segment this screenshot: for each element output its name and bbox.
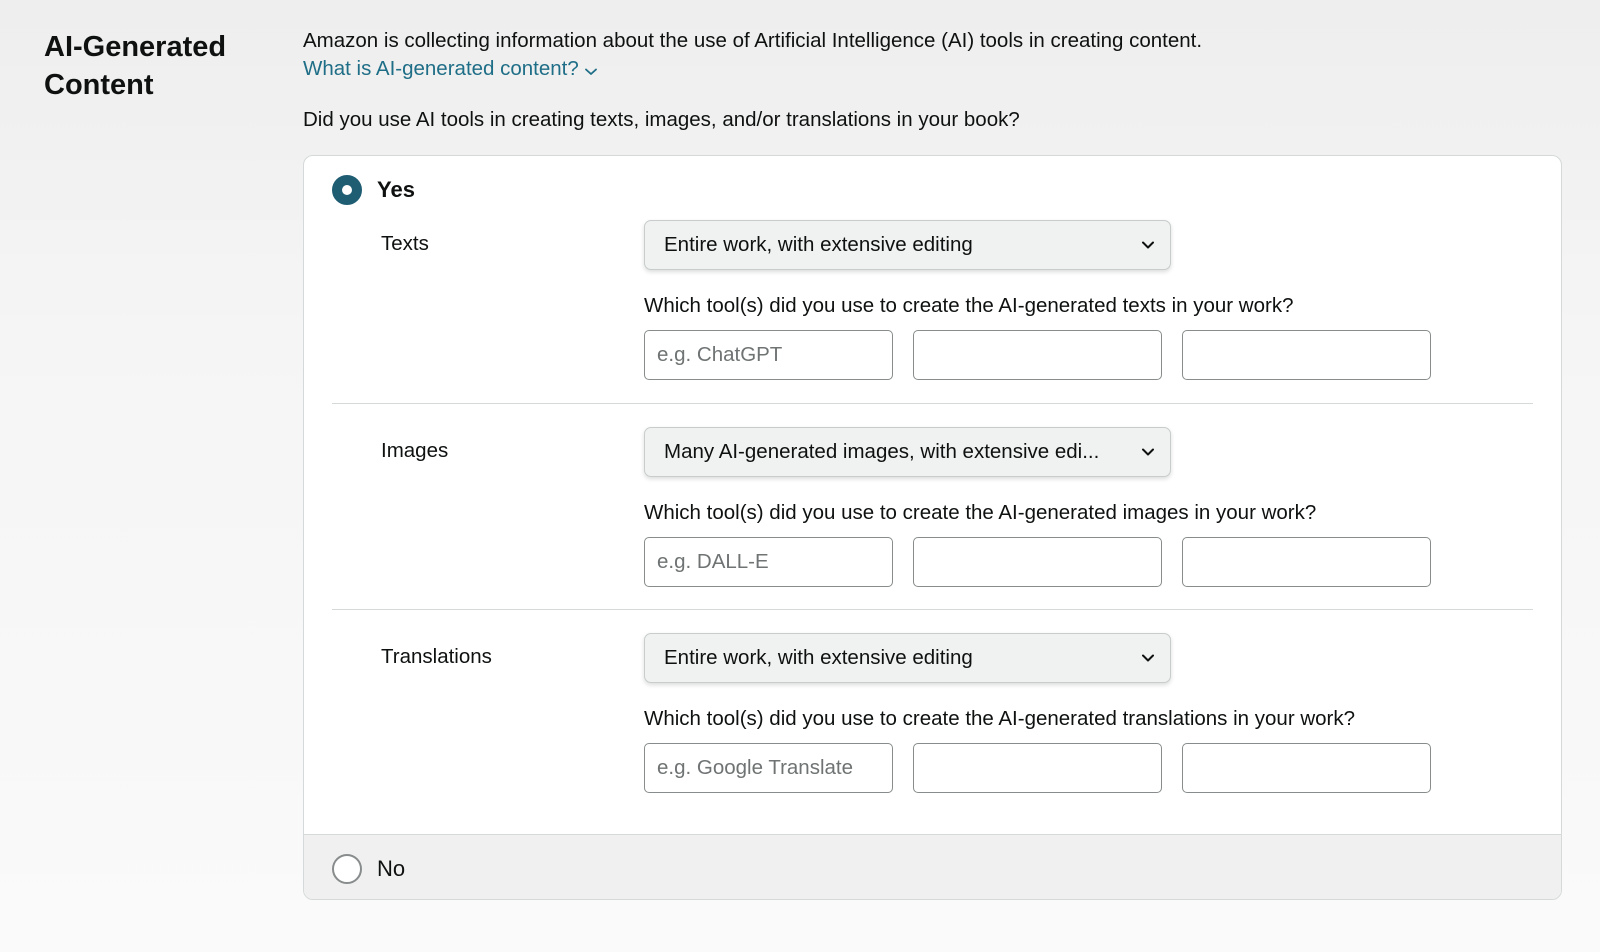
translations-usage-select[interactable]: Entire work, with extensive editing <box>644 633 1171 683</box>
images-tool-input-1[interactable] <box>644 537 893 587</box>
translations-tool-input-2[interactable] <box>913 743 1162 793</box>
texts-tool-question: Which tool(s) did you use to create the … <box>644 294 1294 317</box>
images-tool-input-2[interactable] <box>913 537 1162 587</box>
no-option-band: No <box>304 834 1561 899</box>
what-is-ai-content-link[interactable]: What is AI-generated content? <box>303 56 597 83</box>
no-label: No <box>377 856 406 881</box>
texts-tool-input-1[interactable] <box>644 330 893 380</box>
translations-tool-input-3[interactable] <box>1182 743 1431 793</box>
no-radio-button[interactable] <box>332 854 362 884</box>
intro-block: Amazon is collecting information about t… <box>303 28 1563 83</box>
translations-select-value: Entire work, with extensive editing <box>664 646 973 669</box>
texts-select-value: Entire work, with extensive editing <box>664 233 973 256</box>
row-divider <box>332 609 1533 610</box>
images-usage-select[interactable]: Many AI-generated images, with extensive… <box>644 427 1171 477</box>
chevron-down-icon <box>1140 444 1156 465</box>
section-title: AI-Generated Content <box>44 31 227 101</box>
yes-radio-button[interactable] <box>332 175 362 205</box>
yes-label: Yes <box>377 177 415 202</box>
chevron-down-icon <box>584 57 597 83</box>
images-tool-question: Which tool(s) did you use to create the … <box>644 501 1317 524</box>
translations-tool-input-1[interactable] <box>644 743 893 793</box>
intro-text: Amazon is collecting information about t… <box>303 29 1203 52</box>
learn-link-label: What is AI-generated content? <box>303 57 579 80</box>
texts-tool-input-2[interactable] <box>913 330 1162 380</box>
translations-tool-question: Which tool(s) did you use to create the … <box>644 707 1356 730</box>
chevron-down-icon <box>1140 650 1156 671</box>
texts-label: Texts <box>381 232 429 255</box>
images-select-value: Many AI-generated images, with extensive… <box>664 440 1100 463</box>
ai-usage-panel: Yes Texts Entire work, with extensive ed… <box>303 155 1562 900</box>
texts-usage-select[interactable]: Entire work, with extensive editing <box>644 220 1171 270</box>
no-option[interactable]: No <box>332 853 405 885</box>
images-label: Images <box>381 439 449 462</box>
row-divider <box>332 403 1533 404</box>
translations-label: Translations <box>381 645 492 668</box>
yes-option[interactable]: Yes <box>332 174 415 206</box>
ai-usage-question: Did you use AI tools in creating texts, … <box>303 108 1020 131</box>
texts-tool-input-3[interactable] <box>1182 330 1431 380</box>
chevron-down-icon <box>1140 237 1156 258</box>
images-tool-input-3[interactable] <box>1182 537 1431 587</box>
